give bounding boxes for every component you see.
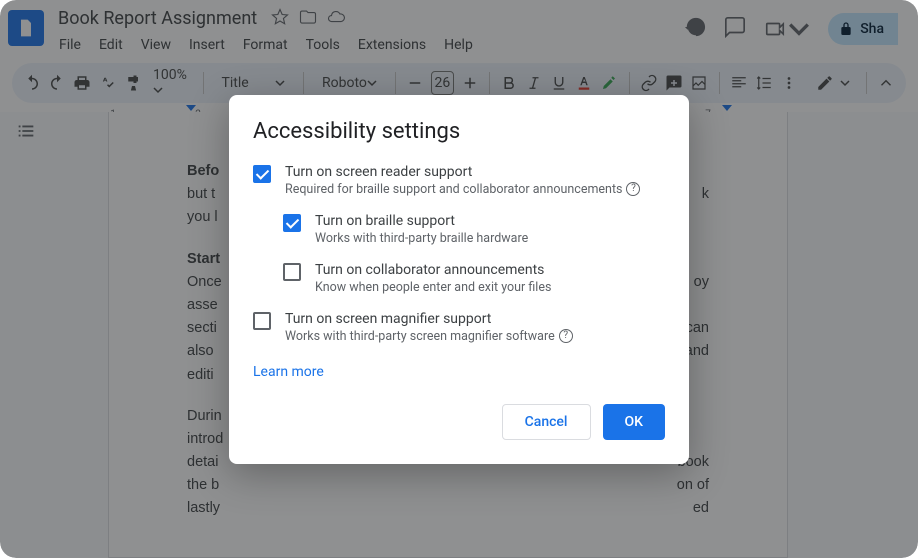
option-braille[interactable]: Turn on braille support Works with third… <box>283 213 665 246</box>
ok-button[interactable]: OK <box>603 404 666 440</box>
option-label: Turn on screen magnifier support <box>285 311 573 327</box>
cancel-button[interactable]: Cancel <box>502 404 591 440</box>
help-icon[interactable]: ? <box>559 329 573 343</box>
option-desc: Know when people enter and exit your fil… <box>315 280 551 295</box>
option-magnifier[interactable]: Turn on screen magnifier support Works w… <box>253 311 665 344</box>
checkbox-screen-reader[interactable] <box>253 165 271 183</box>
accessibility-settings-dialog: Accessibility settings Turn on screen re… <box>229 95 689 464</box>
learn-more-link[interactable]: Learn more <box>253 364 324 380</box>
option-collaborator-announce[interactable]: Turn on collaborator announcements Know … <box>283 262 665 295</box>
option-desc: Works with third-party screen magnifier … <box>285 329 573 344</box>
option-desc: Works with third-party braille hardware <box>315 231 528 246</box>
option-desc: Required for braille support and collabo… <box>285 182 640 197</box>
modal-overlay: Accessibility settings Turn on screen re… <box>0 0 918 558</box>
dialog-actions: Cancel OK <box>253 404 665 440</box>
checkbox-braille[interactable] <box>283 214 301 232</box>
checkbox-collaborator[interactable] <box>283 263 301 281</box>
checkbox-magnifier[interactable] <box>253 312 271 330</box>
option-screen-reader[interactable]: Turn on screen reader support Required f… <box>253 164 665 197</box>
option-label: Turn on collaborator announcements <box>315 262 551 278</box>
help-icon[interactable]: ? <box>626 182 640 196</box>
option-label: Turn on screen reader support <box>285 164 640 180</box>
option-label: Turn on braille support <box>315 213 528 229</box>
dialog-title: Accessibility settings <box>253 119 665 144</box>
